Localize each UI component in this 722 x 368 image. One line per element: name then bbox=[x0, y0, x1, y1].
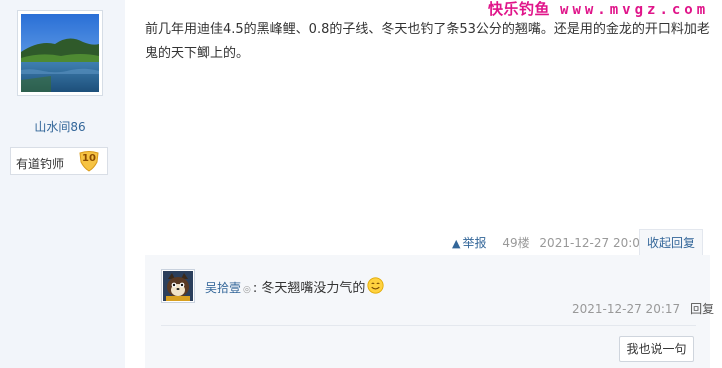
author-title-badge: 有道钓师 10 bbox=[10, 147, 108, 175]
reply-section: 吴拾壹 ◎: 冬天翘嘴没力气的 2021-12-27 20:17 回复 我也说一句 bbox=[145, 255, 714, 368]
say-something-button[interactable]: 我也说一句 bbox=[619, 336, 694, 362]
cartoon-avatar-image bbox=[163, 271, 193, 301]
landscape-avatar-image bbox=[21, 14, 99, 92]
post-content: 前几年用迪佳4.5的黑峰鲤、0.8的子线、冬天也钓了条53公分的翘嘴。还是用的金… bbox=[145, 22, 710, 61]
reply-link[interactable]: 回复 bbox=[690, 302, 714, 316]
author-username[interactable]: 山水间86 bbox=[0, 118, 120, 135]
smile-emoji-icon bbox=[367, 277, 384, 294]
reply-meta: 2021-12-27 20:17 回复 bbox=[572, 300, 714, 317]
site-watermark: 快乐钓鱼 www.mvgz.com bbox=[488, 0, 709, 19]
level-badge: 10 bbox=[78, 150, 100, 172]
floor-number: 49楼 bbox=[502, 236, 530, 250]
reply-text: 冬天翘嘴没力气的 bbox=[261, 281, 366, 296]
warning-icon: ▲ bbox=[452, 237, 461, 250]
post-timestamp: 2021-12-27 20:07 bbox=[539, 236, 648, 250]
reply-line: 吴拾壹 ◎: 冬天翘嘴没力气的 bbox=[205, 277, 384, 296]
post-actions: ▲ 举报 49楼 2021-12-27 20:07 bbox=[452, 234, 654, 251]
watermark-url: www.mvgz.com bbox=[560, 2, 710, 18]
reply-separator: : bbox=[252, 281, 258, 296]
author-avatar[interactable] bbox=[17, 10, 103, 96]
author-title: 有道钓师 bbox=[16, 157, 65, 171]
verified-icon: ◎ bbox=[243, 285, 251, 295]
report-link[interactable]: ▲ 举报 bbox=[452, 236, 492, 250]
watermark-brand: 快乐钓鱼 bbox=[488, 0, 551, 18]
reply-divider bbox=[161, 325, 696, 326]
reply-timestamp: 2021-12-27 20:17 bbox=[572, 302, 681, 316]
reply-username[interactable]: 吴拾壹 bbox=[205, 281, 241, 295]
reply-avatar[interactable] bbox=[161, 269, 195, 303]
level-number: 10 bbox=[82, 153, 96, 164]
collapse-replies-button[interactable]: 收起回复 bbox=[639, 229, 703, 255]
author-sidebar: 山水间86 有道钓师 10 bbox=[0, 0, 125, 368]
report-label: 举报 bbox=[462, 236, 487, 250]
